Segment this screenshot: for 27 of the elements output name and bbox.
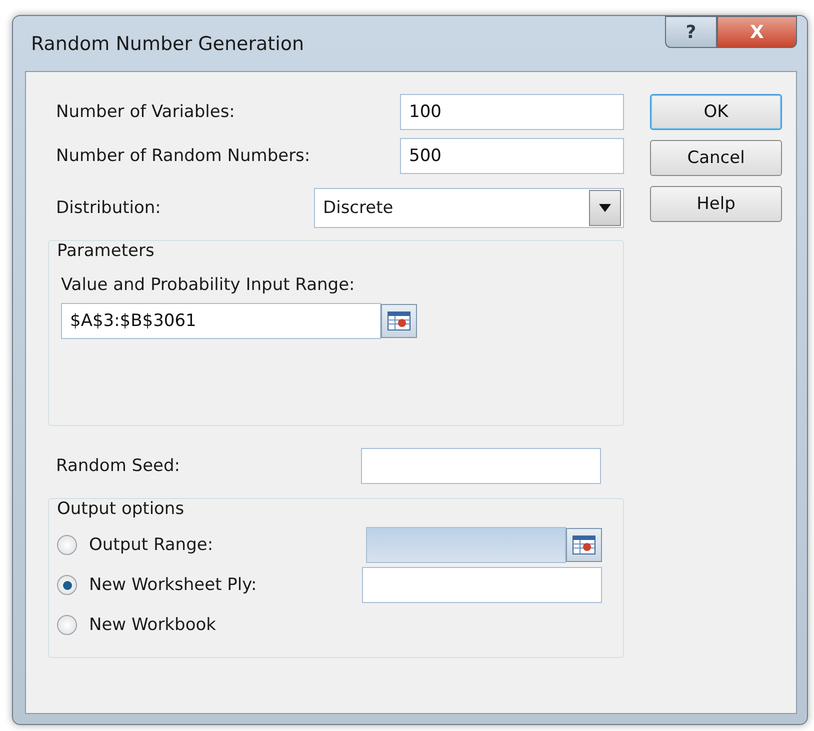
number-input-field[interactable]: 100 xyxy=(400,94,624,130)
range-select-button[interactable] xyxy=(381,304,417,338)
radio-button[interactable] xyxy=(57,575,77,595)
dialog-button[interactable]: Help xyxy=(650,186,782,222)
random-seed-label: Random Seed: xyxy=(56,456,180,476)
dropdown-arrow-icon xyxy=(599,204,611,212)
range-select-button[interactable] xyxy=(566,528,602,562)
distribution-label: Distribution: xyxy=(56,198,161,218)
help-button[interactable]: ? xyxy=(665,16,717,48)
window-title: Random Number Generation xyxy=(30,32,304,54)
radio-button[interactable] xyxy=(57,615,77,635)
dialog-button[interactable]: Cancel xyxy=(650,140,782,176)
field-label: Number of Random Numbers: xyxy=(56,146,310,166)
radio-option[interactable]: New Workbook xyxy=(57,615,216,635)
random-seed-field[interactable] xyxy=(361,448,601,484)
field-label: Number of Variables: xyxy=(56,102,235,122)
range-select-icon xyxy=(572,535,596,555)
number-input-field[interactable]: 500 xyxy=(400,138,624,174)
group-title: Parameters xyxy=(57,241,156,261)
input-range-field[interactable]: $A$3:$B$3061 xyxy=(61,303,381,339)
radio-option[interactable]: New Worksheet Ply: xyxy=(57,575,257,595)
range-select-icon xyxy=(387,311,411,331)
group-title: Output options xyxy=(57,499,186,519)
dialog-button[interactable]: OK xyxy=(650,94,782,130)
distribution-dropdown[interactable]: Discrete xyxy=(314,188,624,228)
input-range-label: Value and Probability Input Range: xyxy=(61,275,356,295)
worksheet-name-field[interactable] xyxy=(362,567,602,603)
